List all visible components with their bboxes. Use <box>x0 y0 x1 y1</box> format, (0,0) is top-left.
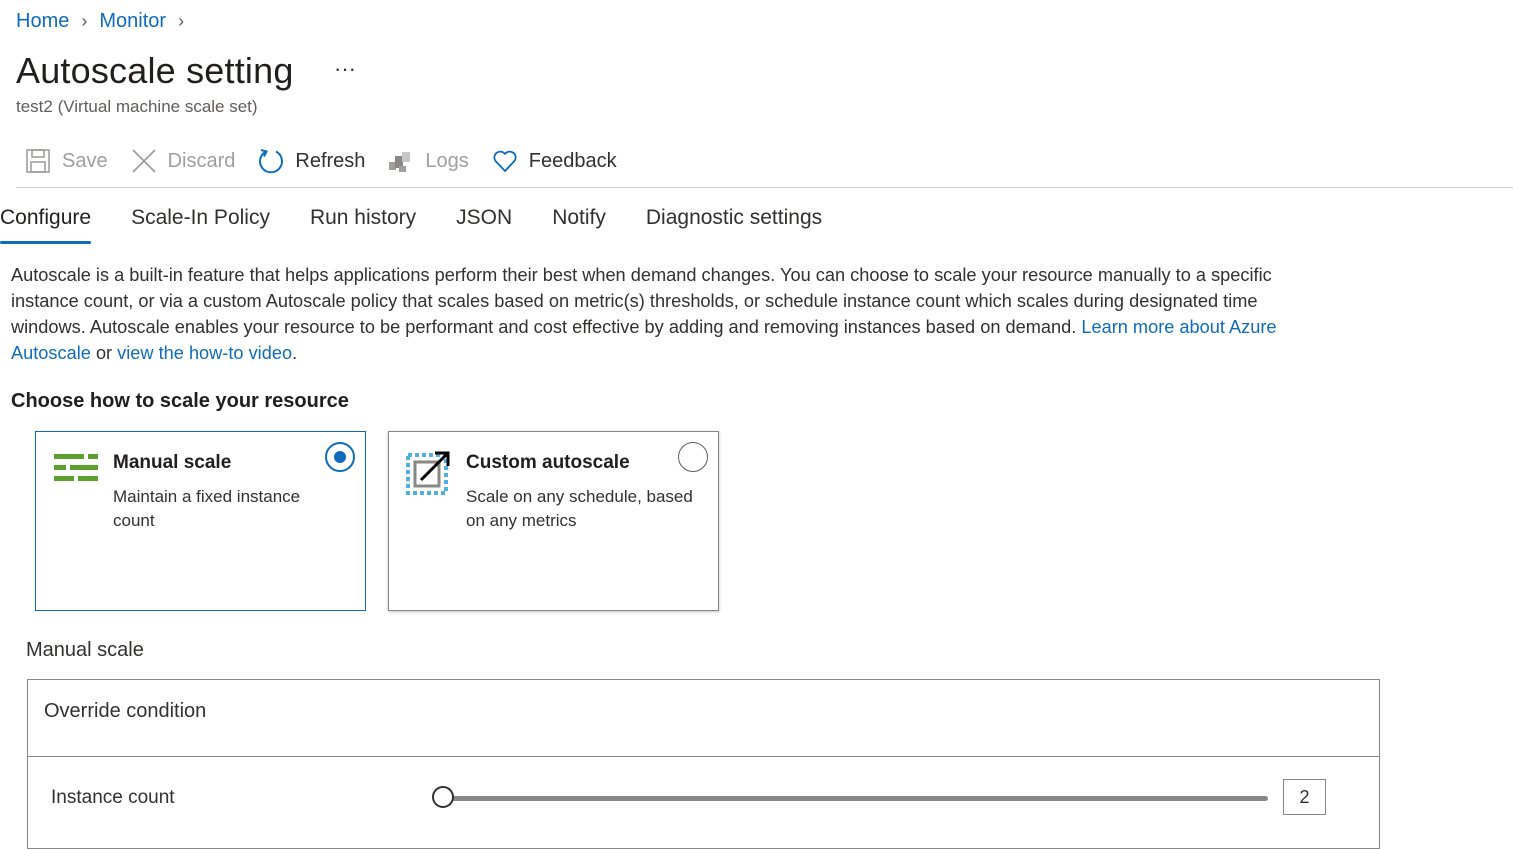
tab-bar: Configure Scale-In Policy Run history JS… <box>0 200 862 244</box>
section-title: Choose how to scale your resource <box>11 390 349 412</box>
refresh-label: Refresh <box>295 149 366 172</box>
chevron-right-icon: › <box>81 11 88 31</box>
manual-scale-radio[interactable] <box>325 442 355 472</box>
save-button[interactable]: Save <box>24 147 108 175</box>
feedback-button[interactable]: Feedback <box>491 147 617 175</box>
tab-configure[interactable]: Configure <box>0 200 92 244</box>
command-bar: Save Discard Refresh Logs Feedback <box>24 144 639 178</box>
discard-button[interactable]: Discard <box>130 147 236 175</box>
breadcrumb: Home › Monitor › <box>16 10 196 33</box>
slider-thumb[interactable] <box>432 786 454 808</box>
custom-autoscale-radio[interactable] <box>678 442 708 472</box>
logs-icon <box>387 147 415 175</box>
manual-scale-description: Maintain a fixed instance count <box>113 487 301 530</box>
description-connector: or <box>95 343 113 363</box>
toolbar-divider <box>16 187 1513 188</box>
how-to-video-link[interactable]: view the how-to video <box>117 343 292 363</box>
tab-scale-in-policy[interactable]: Scale-In Policy <box>131 200 270 244</box>
manual-scale-icon <box>52 450 100 495</box>
autoscale-description: Autoscale is a built-in feature that hel… <box>11 262 1311 366</box>
override-condition-title: Override condition <box>44 700 207 722</box>
instance-count-label: Instance count <box>51 787 175 808</box>
tab-json[interactable]: JSON <box>456 200 512 244</box>
slider-track <box>444 796 1268 801</box>
description-end: . <box>292 343 298 363</box>
manual-scale-title: Manual scale <box>113 452 232 473</box>
save-icon <box>24 147 52 175</box>
refresh-button[interactable]: Refresh <box>257 147 365 175</box>
heart-icon <box>491 147 519 175</box>
page-subtitle: test2 (Virtual machine scale set) <box>16 97 258 116</box>
tab-run-history[interactable]: Run history <box>310 200 416 244</box>
manual-scale-section-label: Manual scale <box>26 639 144 661</box>
override-condition-panel: Override condition Instance count <box>27 679 1380 849</box>
feedback-label: Feedback <box>528 149 617 172</box>
custom-autoscale-icon <box>405 450 453 501</box>
tab-diagnostic-settings[interactable]: Diagnostic settings <box>646 200 822 244</box>
breadcrumb-home[interactable]: Home <box>16 10 69 33</box>
custom-autoscale-option[interactable]: Custom autoscale Scale on any schedule, … <box>388 431 719 611</box>
custom-autoscale-description: Scale on any schedule, based on any metr… <box>466 487 693 530</box>
tab-notify[interactable]: Notify <box>552 200 606 244</box>
discard-label: Discard <box>167 149 236 172</box>
logs-label: Logs <box>425 149 469 172</box>
chevron-right-icon: › <box>178 11 185 31</box>
page-title: Autoscale setting <box>16 50 294 91</box>
more-options-button[interactable]: ··· <box>334 56 356 82</box>
instance-count-slider[interactable] <box>432 785 1268 811</box>
custom-autoscale-title: Custom autoscale <box>466 452 630 473</box>
breadcrumb-monitor[interactable]: Monitor <box>99 10 166 33</box>
instance-count-input[interactable] <box>1283 779 1326 815</box>
refresh-icon <box>257 147 285 175</box>
close-icon <box>130 147 158 175</box>
logs-button[interactable]: Logs <box>387 147 469 175</box>
save-label: Save <box>62 149 108 172</box>
manual-scale-option[interactable]: Manual scale Maintain a fixed instance c… <box>35 431 366 611</box>
panel-divider <box>28 756 1379 757</box>
